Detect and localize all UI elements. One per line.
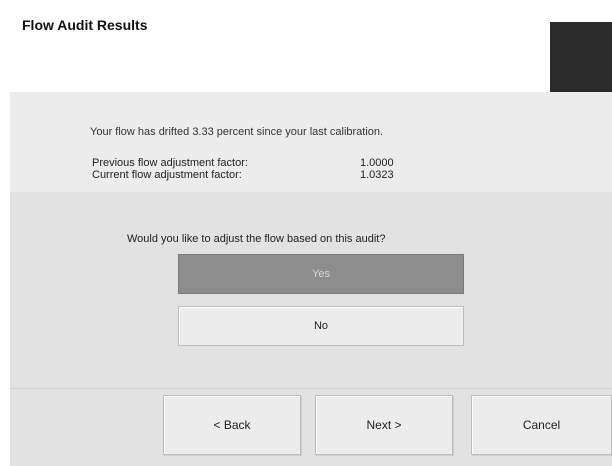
drift-message: Your flow has drifted 3.33 percent since… — [90, 126, 384, 138]
page-title: Flow Audit Results — [22, 17, 148, 33]
adjust-question: Would you like to adjust the flow based … — [127, 233, 386, 245]
current-factor-label: Current flow adjustment factor: — [92, 169, 242, 181]
audit-info-section: Your flow has drifted 3.33 percent since… — [10, 92, 612, 192]
divider — [10, 388, 612, 389]
main-panel: Your flow has drifted 3.33 percent since… — [10, 92, 612, 466]
next-button[interactable]: Next > — [315, 395, 453, 455]
previous-factor-label: Previous flow adjustment factor: — [92, 157, 248, 169]
previous-factor-value: 1.0000 — [360, 157, 394, 169]
corner-graphic — [550, 22, 612, 92]
back-button[interactable]: < Back — [163, 395, 301, 455]
no-button[interactable]: No — [178, 306, 464, 346]
cancel-button[interactable]: Cancel — [471, 395, 612, 455]
yes-button[interactable]: Yes — [178, 254, 464, 294]
current-factor-value: 1.0323 — [360, 169, 394, 181]
